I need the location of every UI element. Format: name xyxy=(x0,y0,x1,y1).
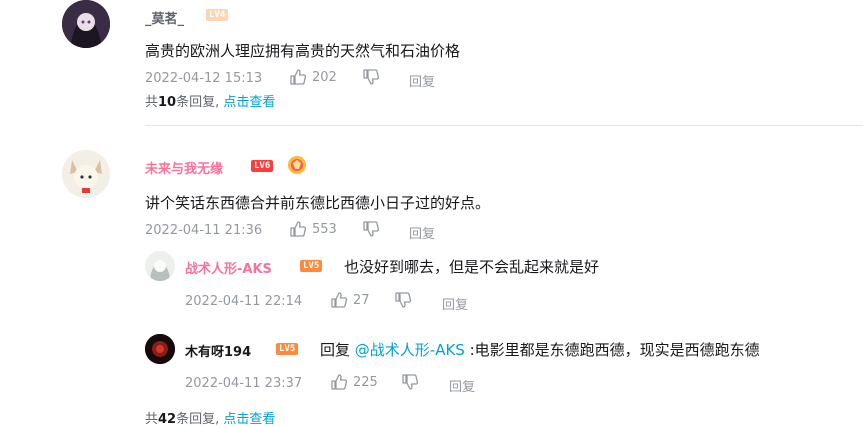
medal-badge-icon xyxy=(287,155,307,175)
avatar[interactable] xyxy=(62,0,110,48)
reply-button[interactable]: 回复 xyxy=(409,223,435,242)
thumbs-up-icon xyxy=(289,68,307,86)
mention-link[interactable]: @战术人形-AKS xyxy=(355,341,465,359)
reply-content: :电影里都是东德跑西德，现实是西德跑东德 xyxy=(464,341,760,359)
thumbs-down-icon xyxy=(401,373,419,391)
like-button[interactable]: 553 xyxy=(289,220,337,238)
comment-time: 2022-04-12 15:13 xyxy=(145,71,263,86)
view-replies-link[interactable]: 点击查看 xyxy=(223,95,275,110)
reply-button[interactable]: 回复 xyxy=(409,71,435,90)
dislike-button[interactable] xyxy=(362,220,380,238)
avatar[interactable] xyxy=(145,251,175,281)
level-badge: LV5 xyxy=(300,260,323,272)
reply-button[interactable]: 回复 xyxy=(442,294,468,313)
reply-time: 2022-04-11 22:14 xyxy=(185,294,303,309)
summary-prefix: 共 xyxy=(145,95,159,110)
reply-count: 10 xyxy=(158,95,177,110)
thumbs-up-icon xyxy=(289,220,307,238)
thumbs-up-icon xyxy=(330,291,348,309)
reply-content: 也没好到哪去，但是不会乱起来就是好 xyxy=(344,258,600,276)
comment-username[interactable]: _莫茗_ xyxy=(145,8,184,27)
reply-time: 2022-04-11 23:37 xyxy=(185,376,303,391)
divider xyxy=(145,125,863,126)
thumbs-up-icon xyxy=(330,373,348,391)
comment-time: 2022-04-11 21:36 xyxy=(145,223,263,238)
level-badge: LV4 xyxy=(206,9,229,21)
comment-username[interactable]: 未来与我无缘 xyxy=(145,158,223,177)
sub-reply-summary: 共42条回复, 点击查看 xyxy=(145,408,275,427)
reply-button[interactable]: 回复 xyxy=(449,376,475,395)
thumbs-down-icon xyxy=(362,220,380,238)
avatar[interactable] xyxy=(62,150,110,198)
like-button[interactable]: 202 xyxy=(289,68,337,86)
like-count: 202 xyxy=(312,69,337,85)
comment-content: 高贵的欧洲人理应拥有高贵的天然气和石油价格 xyxy=(145,42,461,60)
dislike-button[interactable] xyxy=(362,68,380,86)
reply-username[interactable]: 木有呀194 xyxy=(185,341,251,360)
like-button[interactable]: 225 xyxy=(330,373,378,391)
avatar[interactable] xyxy=(145,334,175,364)
comment-content: 讲个笑话东西德合并前东德比西德小日子过的好点。 xyxy=(145,194,491,212)
reply-username[interactable]: 战术人形-AKS xyxy=(185,258,272,277)
like-count: 225 xyxy=(353,374,378,390)
summary-suffix: 条回复, xyxy=(176,95,220,110)
like-count: 553 xyxy=(312,221,337,237)
level-badge: LV5 xyxy=(276,343,299,355)
reply-content-line: 回复 @战术人形-AKS :电影里都是东德跑西德，现实是西德跑东德 xyxy=(320,339,760,360)
sub-reply-summary: 共10条回复, 点击查看 xyxy=(145,91,275,110)
dislike-button[interactable] xyxy=(401,373,419,391)
level-badge: LV6 xyxy=(251,160,274,172)
dislike-button[interactable] xyxy=(394,291,412,309)
reply-prefix: 回复 xyxy=(320,341,355,359)
like-button[interactable]: 27 xyxy=(330,291,370,309)
like-count: 27 xyxy=(353,292,370,308)
thumbs-down-icon xyxy=(362,68,380,86)
thumbs-down-icon xyxy=(394,291,412,309)
